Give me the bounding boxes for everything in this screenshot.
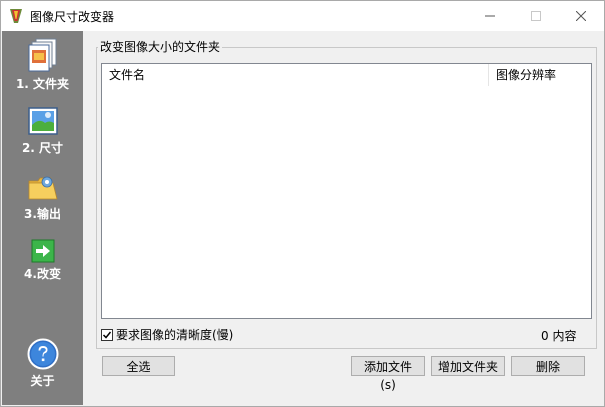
close-icon xyxy=(576,11,586,21)
sidebar-item-label: 1. 文件夹 xyxy=(15,77,70,91)
sidebar-item-label: 关于 xyxy=(30,374,55,388)
column-header-resolution[interactable]: 图像分辨率 xyxy=(489,64,589,86)
sidebar-item-folder[interactable]: 1. 文件夹 xyxy=(2,37,83,92)
folder-open-icon xyxy=(28,176,58,200)
sidebar-item-output[interactable]: 3.输出 xyxy=(2,173,83,222)
column-header-filename[interactable]: 文件名 xyxy=(102,64,489,86)
sidebar-item-size[interactable]: 2. 尺寸 xyxy=(2,105,83,156)
checkmark-icon xyxy=(102,331,112,339)
file-list[interactable]: 文件名 图像分辨率 xyxy=(101,63,592,319)
folder-documents-icon xyxy=(28,38,56,72)
sidebar-item-label: 4.改变 xyxy=(24,267,61,281)
help-icon xyxy=(27,338,58,370)
sidebar-item-label: 2. 尺寸 xyxy=(21,141,64,155)
title-bar[interactable]: 图像尺寸改变器 xyxy=(1,1,604,31)
sidebar: 1. 文件夹 2. 尺寸 3.输出 4.改变 关于 xyxy=(2,31,83,405)
item-count: 0 内容 xyxy=(541,329,577,343)
add-file-button[interactable]: 添加文件(s) xyxy=(351,356,425,392)
sidebar-item-change[interactable]: 4.改变 xyxy=(2,239,83,282)
quality-checkbox[interactable] xyxy=(101,328,113,341)
sidebar-item-about[interactable]: 关于 xyxy=(2,338,83,389)
sidebar-item-label: 3.输出 xyxy=(24,207,61,221)
app-window: 图像尺寸改变器 1. 文件夹 2. 尺寸 3.输出 4.改变 关于 改变图像大小… xyxy=(0,0,605,407)
quality-checkbox-label: 要求图像的清晰度(慢) xyxy=(116,328,234,342)
quality-checkbox-row[interactable]: 要求图像的清晰度(慢) xyxy=(101,326,233,343)
maximize-icon xyxy=(531,11,541,21)
add-folder-button[interactable]: 增加文件夹 xyxy=(431,356,505,376)
maximize-button[interactable] xyxy=(513,1,559,31)
close-button[interactable] xyxy=(558,1,604,31)
picture-icon xyxy=(27,107,58,135)
green-arrow-icon xyxy=(31,239,54,263)
window-title: 图像尺寸改变器 xyxy=(30,10,115,24)
delete-button[interactable]: 删除 xyxy=(511,356,585,376)
select-all-button[interactable]: 全选 xyxy=(102,356,175,376)
groupbox-title: 改变图像大小的文件夹 xyxy=(98,38,223,55)
minimize-button[interactable] xyxy=(467,1,513,31)
app-icon xyxy=(10,9,22,23)
minimize-icon xyxy=(485,15,495,17)
